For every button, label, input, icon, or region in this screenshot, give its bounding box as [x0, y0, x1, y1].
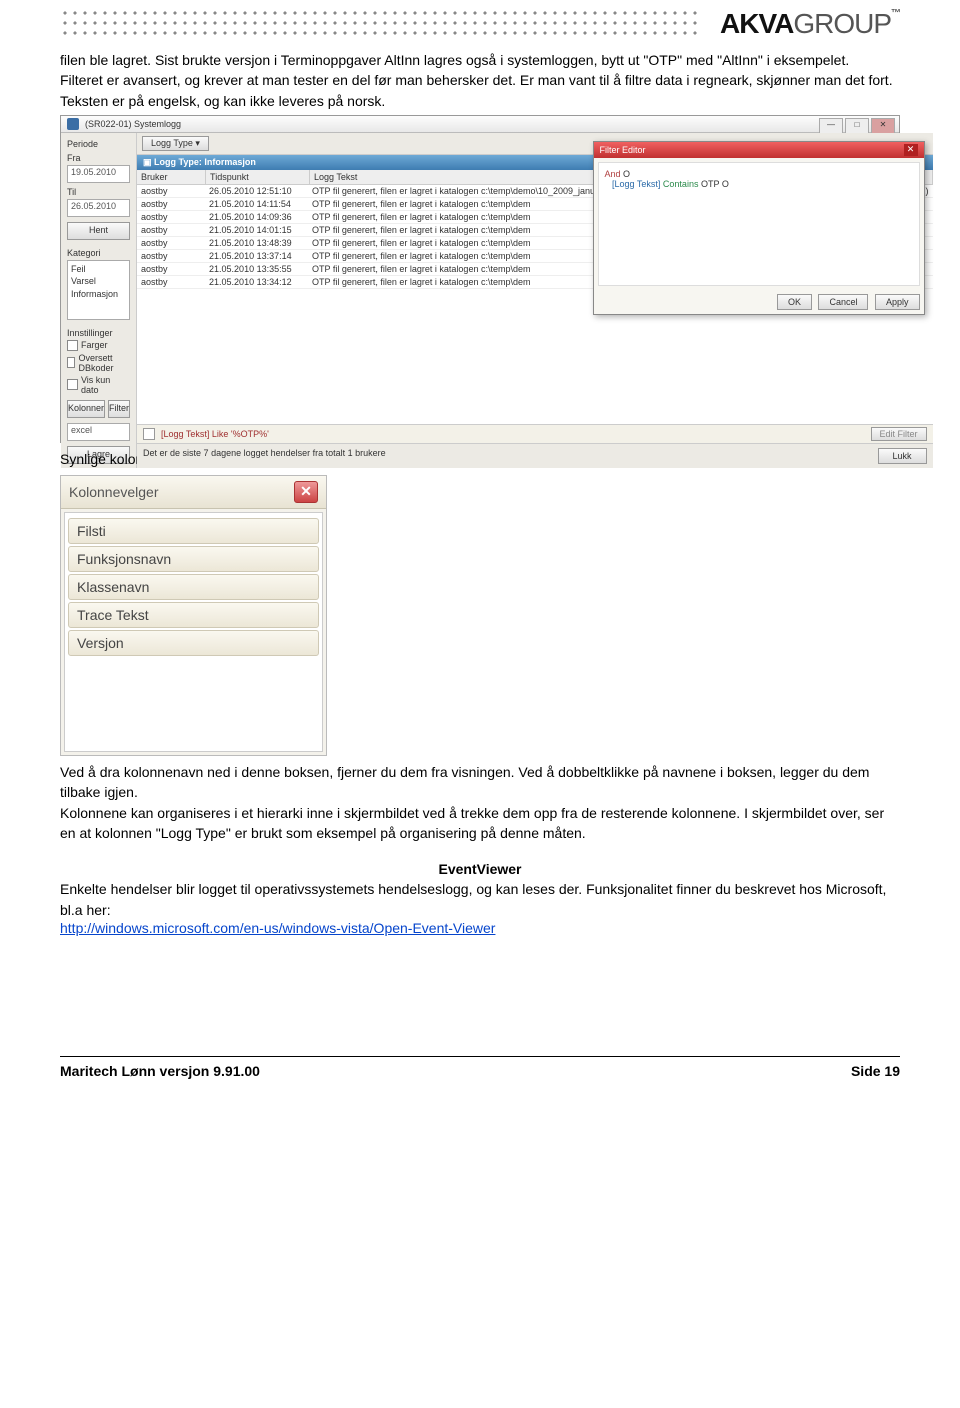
close-button[interactable]: ✕	[871, 118, 895, 134]
excel-input[interactable]: excel	[67, 423, 130, 441]
kategori-tree[interactable]: Feil Varsel Informasjon	[67, 260, 130, 320]
page-header: AKVAGROUP™	[60, 0, 900, 50]
paragraph-4: Ved å dra kolonnenavn ned i denne boksen…	[60, 762, 900, 803]
kolonnevelger-list[interactable]: FilstiFunksjonsnavnKlassenavnTrace Tekst…	[64, 512, 323, 752]
list-item[interactable]: Klassenavn	[68, 574, 319, 600]
list-item[interactable]: Versjon	[68, 630, 319, 656]
list-item[interactable]: Funksjonsnavn	[68, 546, 319, 572]
paragraph-1: filen ble lagret. Sist brukte versjon i …	[60, 50, 900, 70]
paragraph-5: Kolonnene kan organiseres i et hierarki …	[60, 803, 900, 844]
close-icon[interactable]: ✕	[904, 144, 918, 156]
eventviewer-heading: EventViewer	[60, 861, 900, 877]
page-footer: Maritech Lønn versjon 9.91.00 Side 19	[60, 1056, 900, 1079]
filter-editor-title[interactable]: Filter Editor ✕	[594, 142, 924, 158]
fra-label: Fra	[67, 153, 130, 163]
tree-item[interactable]: Informasjon	[71, 288, 126, 301]
col-tidspunkt[interactable]: Tidspunkt	[206, 170, 310, 184]
status-text: Det er de siste 7 dagene logget hendelse…	[143, 448, 386, 464]
periode-label: Periode	[67, 139, 130, 149]
fra-input[interactable]: 19.05.2010	[67, 165, 130, 183]
header-dots	[60, 8, 700, 40]
filter-editor-body[interactable]: And O [Logg Tekst] Contains OTP O	[598, 162, 920, 286]
filter-editor-dialog: Filter Editor ✕ And O [Logg Tekst] Conta…	[593, 141, 925, 315]
innst-label: Innstillinger	[67, 328, 130, 338]
kolonnevelger-title[interactable]: Kolonnevelger ✕	[61, 476, 326, 509]
maximize-button[interactable]: □	[845, 118, 869, 134]
edit-filter-button[interactable]: Edit Filter	[871, 427, 927, 441]
list-item[interactable]: Filsti	[68, 518, 319, 544]
filter-expr: [Logg Tekst] Like '%OTP%'	[161, 429, 269, 439]
visdato-check[interactable]: Vis kun dato	[67, 375, 130, 395]
hent-button[interactable]: Hent	[67, 222, 130, 240]
ok-button[interactable]: OK	[777, 294, 812, 310]
kategori-label: Kategori	[67, 248, 130, 258]
status-row: Det er de siste 7 dagene logget hendelse…	[137, 443, 932, 468]
filter-toggle[interactable]	[143, 428, 155, 440]
paragraph-6: Enkelte hendelser blir logget til operat…	[60, 879, 900, 920]
til-input[interactable]: 26.05.2010	[67, 199, 130, 217]
logo-tm: ™	[891, 8, 900, 19]
kolonner-button[interactable]: Kolonner	[67, 400, 105, 418]
apply-button[interactable]: Apply	[875, 294, 920, 310]
screenshot-systemlogg: (SR022-01) Systemlogg — □ ✕ Periode Fra …	[60, 115, 900, 443]
logo-bold: AKVA	[720, 8, 793, 39]
tree-item[interactable]: Feil	[71, 263, 126, 276]
logo: AKVAGROUP™	[720, 8, 900, 40]
paragraph-2: Filteret er avansert, og krever at man t…	[60, 70, 900, 111]
eventviewer-link[interactable]: http://windows.microsoft.com/en-us/windo…	[60, 920, 495, 936]
left-panel: Periode Fra 19.05.2010 Til 26.05.2010 He…	[61, 133, 137, 468]
filter-bar: [Logg Tekst] Like '%OTP%' Edit Filter	[137, 424, 932, 443]
tree-item[interactable]: Varsel	[71, 275, 126, 288]
logo-thin: GROUP	[793, 8, 891, 39]
minimize-button[interactable]: —	[819, 118, 843, 134]
cancel-button[interactable]: Cancel	[818, 294, 868, 310]
lukk-button[interactable]: Lukk	[878, 448, 927, 464]
footer-left: Maritech Lønn versjon 9.91.00	[60, 1063, 260, 1079]
til-label: Til	[67, 187, 130, 197]
loggtype-dropdown[interactable]: Logg Type ▾	[142, 136, 209, 151]
oversett-check[interactable]: Oversett DBkoder	[67, 353, 130, 373]
close-icon[interactable]: ✕	[294, 481, 318, 503]
filter-button[interactable]: Filter	[108, 400, 130, 418]
list-item[interactable]: Trace Tekst	[68, 602, 319, 628]
screenshot-kolonnevelger: Kolonnevelger ✕ FilstiFunksjonsnavnKlass…	[60, 475, 327, 756]
filter-editor-buttons: OK Cancel Apply	[594, 290, 924, 314]
app-icon	[67, 118, 79, 130]
window-titlebar[interactable]: (SR022-01) Systemlogg — □ ✕	[61, 116, 899, 133]
footer-right: Side 19	[851, 1063, 900, 1079]
main-panel: Logg Type ▾ ▣ Logg Type: Informasjon Bru…	[137, 133, 932, 468]
window-title: (SR022-01) Systemlogg	[85, 119, 181, 129]
farger-check[interactable]: Farger	[67, 340, 130, 351]
col-bruker[interactable]: Bruker	[137, 170, 206, 184]
